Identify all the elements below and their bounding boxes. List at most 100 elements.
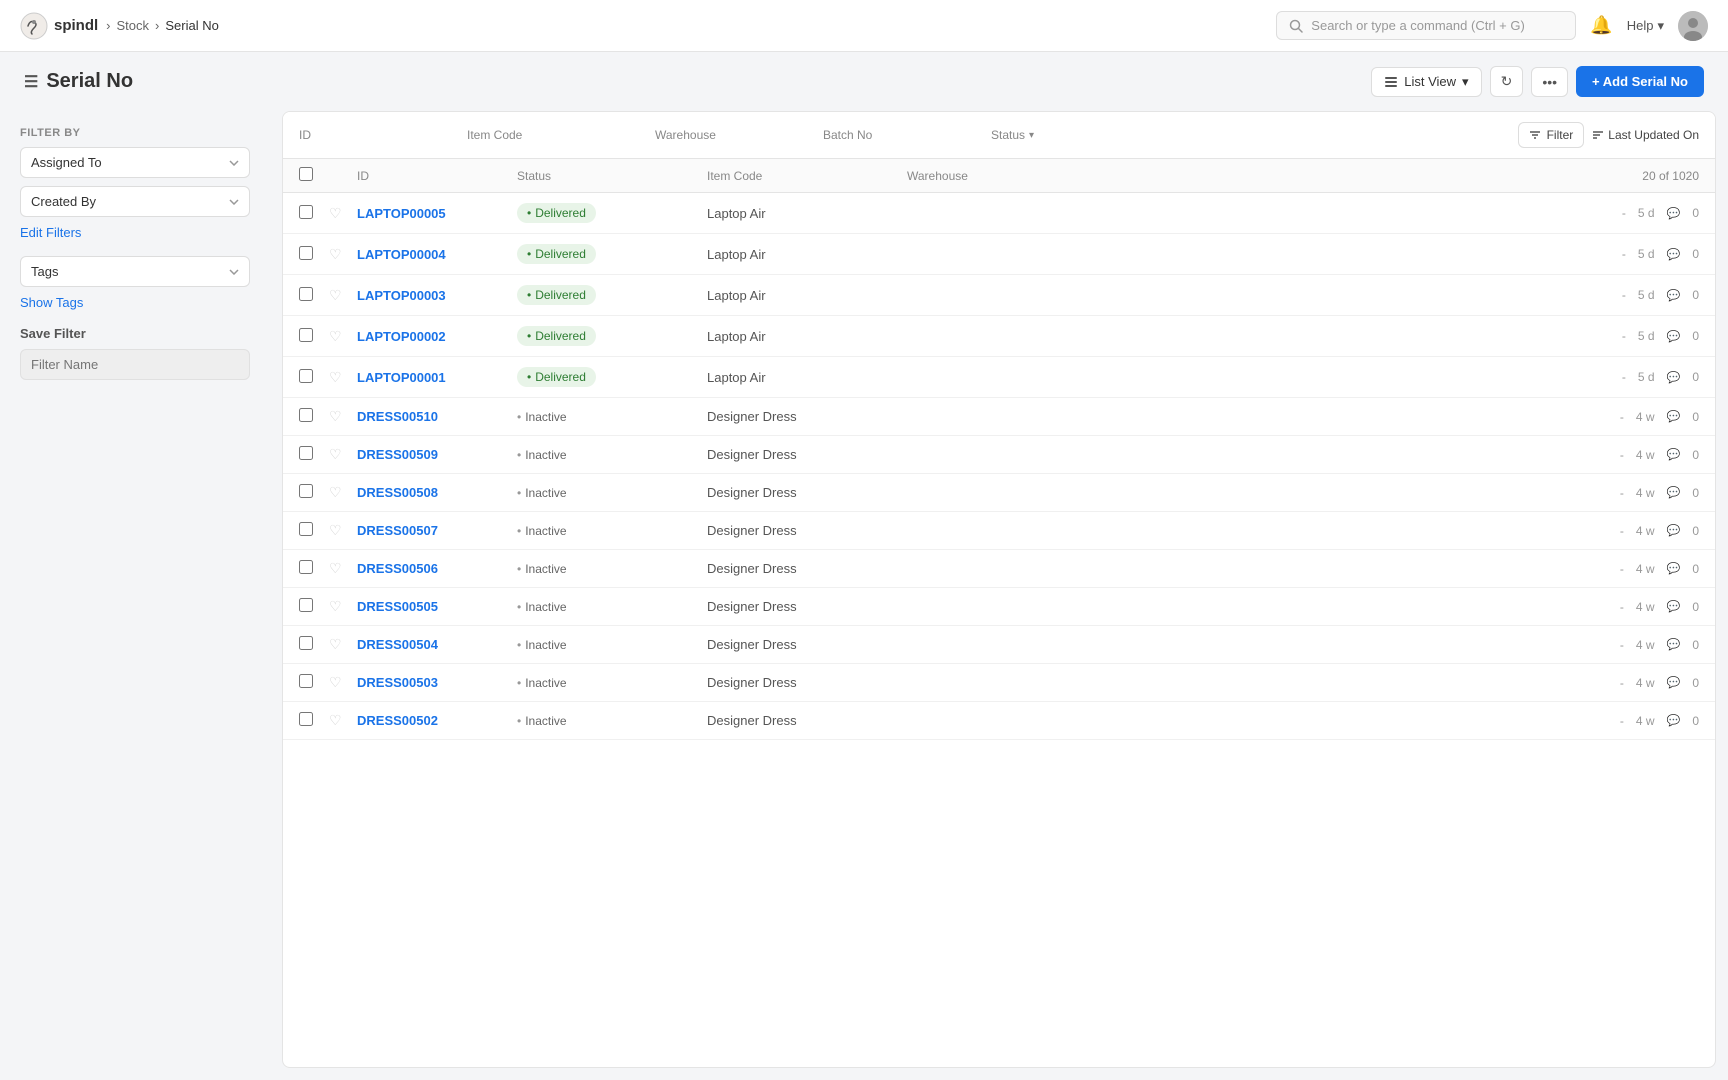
row-id-9[interactable]: DRESS00506 bbox=[357, 561, 517, 576]
row-id-4[interactable]: LAPTOP00001 bbox=[357, 370, 517, 385]
hamburger-icon[interactable]: ☰ bbox=[24, 72, 38, 92]
row-favorite-11[interactable]: ♡ bbox=[329, 636, 357, 653]
comment-icon-9[interactable]: 💬 bbox=[1667, 562, 1681, 575]
row-id-2[interactable]: LAPTOP00003 bbox=[357, 288, 517, 303]
row-id-3[interactable]: LAPTOP00002 bbox=[357, 329, 517, 344]
row-favorite-3[interactable]: ♡ bbox=[329, 328, 357, 345]
row-id-0[interactable]: LAPTOP00005 bbox=[357, 206, 517, 221]
row-favorite-9[interactable]: ♡ bbox=[329, 560, 357, 577]
filter-name-input[interactable] bbox=[20, 349, 250, 380]
row-id-12[interactable]: DRESS00503 bbox=[357, 675, 517, 690]
row-meta-11: - 4 w 💬 0 bbox=[1499, 638, 1699, 652]
row-status-0: Delivered bbox=[517, 203, 707, 223]
row-check-11[interactable] bbox=[299, 636, 313, 650]
row-check-9[interactable] bbox=[299, 560, 313, 574]
list-view-icon bbox=[1384, 75, 1398, 89]
select-all-checkbox[interactable] bbox=[299, 167, 313, 181]
th-id: ID bbox=[357, 169, 517, 183]
row-check-1[interactable] bbox=[299, 246, 313, 260]
tags-filter[interactable]: Tags bbox=[20, 256, 250, 287]
row-check-13[interactable] bbox=[299, 712, 313, 726]
comment-icon-13[interactable]: 💬 bbox=[1667, 714, 1681, 727]
inactive-badge-5: Inactive bbox=[517, 410, 567, 424]
row-id-13[interactable]: DRESS00502 bbox=[357, 713, 517, 728]
edit-filters-link[interactable]: Edit Filters bbox=[20, 225, 250, 240]
sort-button[interactable]: Last Updated On bbox=[1592, 128, 1699, 142]
table-row: ♡ LAPTOP00001 Delivered Laptop Air - 5 d… bbox=[283, 357, 1715, 398]
row-check-3[interactable] bbox=[299, 328, 313, 342]
row-favorite-4[interactable]: ♡ bbox=[329, 369, 357, 386]
row-check-10[interactable] bbox=[299, 598, 313, 612]
refresh-button[interactable]: ↻ bbox=[1490, 66, 1524, 97]
row-id-5[interactable]: DRESS00510 bbox=[357, 409, 517, 424]
row-favorite-5[interactable]: ♡ bbox=[329, 408, 357, 425]
table-row: ♡ DRESS00510 Inactive Designer Dress - 4… bbox=[283, 398, 1715, 436]
row-check-12[interactable] bbox=[299, 674, 313, 688]
filter-button[interactable]: Filter bbox=[1518, 122, 1585, 148]
row-id-6[interactable]: DRESS00509 bbox=[357, 447, 517, 462]
row-id-8[interactable]: DRESS00507 bbox=[357, 523, 517, 538]
row-dash-7: - bbox=[1620, 486, 1624, 500]
add-serial-no-button[interactable]: + Add Serial No bbox=[1576, 66, 1704, 97]
row-id-11[interactable]: DRESS00504 bbox=[357, 637, 517, 652]
row-meta-10: - 4 w 💬 0 bbox=[1499, 600, 1699, 614]
comment-icon-11[interactable]: 💬 bbox=[1667, 638, 1681, 651]
row-favorite-7[interactable]: ♡ bbox=[329, 484, 357, 501]
comment-icon-7[interactable]: 💬 bbox=[1667, 486, 1681, 499]
comment-icon-4[interactable]: 💬 bbox=[1667, 371, 1681, 384]
row-favorite-13[interactable]: ♡ bbox=[329, 712, 357, 729]
status-caret-icon[interactable]: ▾ bbox=[1029, 130, 1034, 141]
comment-icon-8[interactable]: 💬 bbox=[1667, 524, 1681, 537]
row-dash-3: - bbox=[1622, 329, 1626, 343]
breadcrumb-serial-no[interactable]: Serial No bbox=[165, 18, 218, 33]
help-button[interactable]: Help ▾ bbox=[1627, 18, 1664, 34]
comment-icon-0[interactable]: 💬 bbox=[1667, 207, 1681, 220]
logo[interactable]: spindl bbox=[20, 12, 98, 40]
row-check-6[interactable] bbox=[299, 446, 313, 460]
row-meta-7: - 4 w 💬 0 bbox=[1499, 486, 1699, 500]
more-options-button[interactable]: ••• bbox=[1531, 67, 1568, 97]
row-id-1[interactable]: LAPTOP00004 bbox=[357, 247, 517, 262]
row-favorite-1[interactable]: ♡ bbox=[329, 246, 357, 263]
row-favorite-10[interactable]: ♡ bbox=[329, 598, 357, 615]
breadcrumb-stock[interactable]: Stock bbox=[117, 18, 150, 33]
row-dash-4: - bbox=[1622, 370, 1626, 384]
comment-icon-10[interactable]: 💬 bbox=[1667, 600, 1681, 613]
comment-icon-2[interactable]: 💬 bbox=[1667, 289, 1681, 302]
row-id-7[interactable]: DRESS00508 bbox=[357, 485, 517, 500]
row-meta-8: - 4 w 💬 0 bbox=[1499, 524, 1699, 538]
show-tags-link[interactable]: Show Tags bbox=[20, 295, 250, 310]
nav-right: Search or type a command (Ctrl + G) 🔔 He… bbox=[1276, 11, 1708, 41]
row-favorite-2[interactable]: ♡ bbox=[329, 287, 357, 304]
comment-icon-6[interactable]: 💬 bbox=[1667, 448, 1681, 461]
row-check-8[interactable] bbox=[299, 522, 313, 536]
comment-icon-5[interactable]: 💬 bbox=[1667, 410, 1681, 423]
assigned-to-filter[interactable]: Assigned To bbox=[20, 147, 250, 178]
row-dash-10: - bbox=[1620, 600, 1624, 614]
row-favorite-0[interactable]: ♡ bbox=[329, 205, 357, 222]
row-favorite-8[interactable]: ♡ bbox=[329, 522, 357, 539]
row-status-3: Delivered bbox=[517, 326, 707, 346]
comment-icon-3[interactable]: 💬 bbox=[1667, 330, 1681, 343]
row-comments-2: 0 bbox=[1692, 288, 1699, 302]
row-check-7[interactable] bbox=[299, 484, 313, 498]
list-view-button[interactable]: List View ▾ bbox=[1371, 67, 1481, 97]
delivered-badge-3: Delivered bbox=[517, 326, 596, 346]
comment-icon-12[interactable]: 💬 bbox=[1667, 676, 1681, 689]
avatar[interactable] bbox=[1678, 11, 1708, 41]
row-check-4[interactable] bbox=[299, 369, 313, 383]
row-check-5[interactable] bbox=[299, 408, 313, 422]
row-check-0[interactable] bbox=[299, 205, 313, 219]
row-dash-1: - bbox=[1622, 247, 1626, 261]
row-id-10[interactable]: DRESS00505 bbox=[357, 599, 517, 614]
row-status-11: Inactive bbox=[517, 637, 707, 652]
row-item-code-12: Designer Dress bbox=[707, 675, 907, 690]
created-by-filter[interactable]: Created By bbox=[20, 186, 250, 217]
row-meta-1: - 5 d 💬 0 bbox=[1499, 247, 1699, 261]
row-check-2[interactable] bbox=[299, 287, 313, 301]
row-favorite-12[interactable]: ♡ bbox=[329, 674, 357, 691]
search-bar[interactable]: Search or type a command (Ctrl + G) bbox=[1276, 11, 1576, 40]
notification-bell-icon[interactable]: 🔔 bbox=[1590, 15, 1612, 36]
row-favorite-6[interactable]: ♡ bbox=[329, 446, 357, 463]
comment-icon-1[interactable]: 💬 bbox=[1667, 248, 1681, 261]
